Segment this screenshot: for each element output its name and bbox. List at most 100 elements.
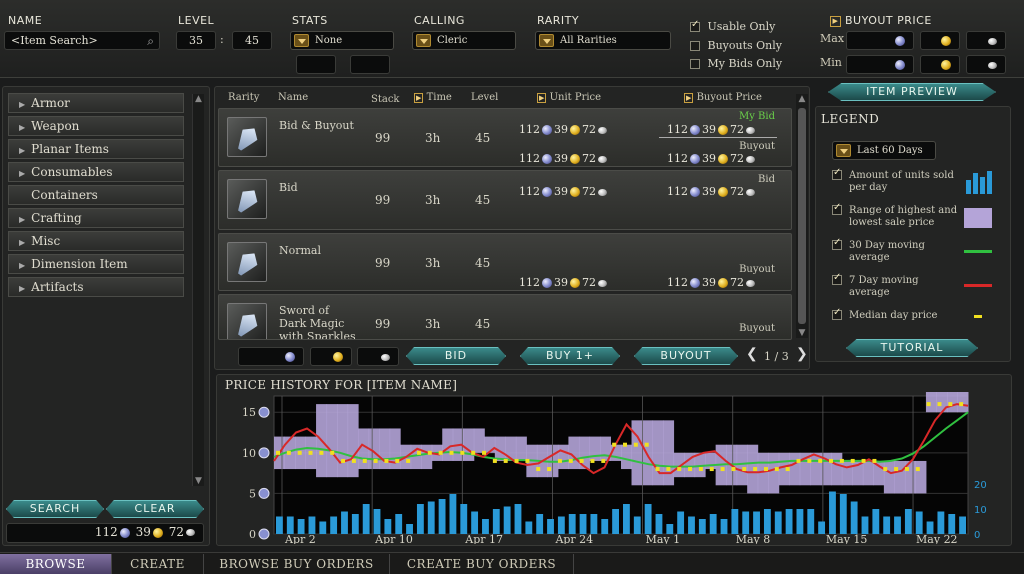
search-button[interactable]: SEARCH (6, 500, 104, 518)
volume-bar (688, 516, 695, 534)
category-scrollbar[interactable]: ▲ ▼ (192, 94, 204, 486)
buyout-unit-price: 112 39 72 (519, 276, 609, 289)
gold-coin-icon (718, 125, 728, 135)
checkbox-icon[interactable] (832, 307, 842, 320)
expand-icon[interactable]: ▶ (19, 284, 25, 293)
expand-icon[interactable]: ▶ (19, 261, 25, 270)
category-item[interactable]: ▶ Misc (8, 231, 184, 251)
col-unit-price[interactable]: ▶ Unit Price (537, 92, 601, 103)
buy-button[interactable]: BUY 1+ (520, 347, 620, 365)
listing-row[interactable]: Bid 99 3h 45 112 39 72 Bid 112 39 72 (218, 170, 792, 230)
max-gold-input[interactable] (920, 31, 960, 50)
buyout-button[interactable]: BUYOUT (634, 347, 738, 365)
silver-coin-icon (598, 279, 607, 287)
category-item[interactable]: ▶ Planar Items (8, 139, 184, 159)
category-item[interactable]: ▶ Artifacts (8, 277, 184, 297)
stat-value-2[interactable] (350, 55, 390, 74)
volume-bar (536, 514, 544, 534)
prev-page-icon[interactable]: ❮ (746, 346, 758, 362)
listing-row[interactable]: Sword of Dark Magic with Sparkles 99 3h … (218, 294, 792, 340)
checkbox-icon[interactable] (690, 41, 700, 51)
bid-gold-input[interactable] (310, 347, 352, 366)
col-buyout-price[interactable]: ▶ Buyout Price (684, 92, 762, 103)
scroll-down-icon[interactable]: ▼ (796, 328, 808, 338)
platinum-coin-icon (542, 125, 552, 135)
volume-bar (742, 511, 750, 534)
checkbox-icon[interactable] (832, 237, 842, 250)
category-label: Planar Items (31, 142, 109, 156)
max-silver-input[interactable] (966, 31, 1006, 50)
scroll-up-icon[interactable]: ▲ (796, 94, 808, 104)
expand-icon[interactable]: ▶ (19, 238, 25, 247)
min-gold-input[interactable] (920, 55, 960, 74)
col-level[interactable]: Level (471, 92, 498, 103)
checkbox-icon[interactable] (690, 59, 700, 69)
y-tick-label: 10 (242, 447, 256, 460)
clear-button[interactable]: CLEAR (106, 500, 204, 518)
next-page-icon[interactable]: ❯ (796, 346, 808, 362)
expand-icon[interactable]: ▶ (19, 169, 25, 178)
expand-icon[interactable]: ▶ (19, 215, 25, 224)
usable-only-toggle[interactable]: Usable Only (690, 19, 775, 33)
level-max-input[interactable]: 45 (232, 31, 272, 50)
listing-row[interactable]: Bid & Buyout 99 3h 45 112 39 72 112 39 72 My… (218, 108, 792, 167)
stat-value-1[interactable] (296, 55, 336, 74)
buyouts-only-toggle[interactable]: Buyouts Only (690, 39, 782, 52)
median-marker (655, 467, 660, 472)
expand-icon[interactable]: ▶ (19, 100, 25, 109)
tab-create-buy-orders[interactable]: CREATE BUY ORDERS (390, 554, 574, 574)
buyout-unit-price: 112 39 72 (519, 152, 609, 165)
tab-create[interactable]: CREATE (112, 554, 204, 574)
tutorial-button[interactable]: TUTORIAL (846, 339, 978, 357)
checkbox-icon[interactable] (832, 202, 842, 215)
item-name: Bid & Buyout (279, 119, 354, 132)
col-rarity[interactable]: Rarity (228, 92, 259, 103)
median-marker (872, 458, 877, 463)
min-plat-input[interactable] (846, 55, 914, 74)
stats-label: STATS (292, 14, 328, 27)
item-preview-button[interactable]: ITEM PREVIEW (828, 83, 996, 101)
max-plat-input[interactable] (846, 31, 914, 50)
category-item[interactable]: ▶ Consumables (8, 162, 184, 182)
listing-row[interactable]: Normal 99 3h 45 112 39 72 Buyout 112 39 72 (218, 233, 792, 291)
search-icon[interactable]: ⌕ (147, 33, 154, 50)
bid-button[interactable]: BID (406, 347, 506, 365)
checkbox-icon[interactable] (690, 19, 700, 32)
min-silver-input[interactable] (966, 55, 1006, 74)
expand-icon[interactable]: ▶ (19, 146, 25, 155)
wallet-gold: 39 (135, 525, 151, 539)
rarity-dropdown[interactable]: All Rarities (535, 31, 671, 50)
median-marker (807, 458, 812, 463)
scroll-up-icon[interactable]: ▲ (193, 94, 204, 104)
calling-dropdown[interactable]: Cleric (412, 31, 516, 50)
stats-dropdown[interactable]: None (290, 31, 394, 50)
scroll-down-icon[interactable]: ▼ (193, 476, 204, 486)
listing-scrollbar[interactable]: ▲ ▼ (796, 94, 808, 338)
checkbox-icon[interactable] (832, 272, 842, 285)
buyout-tag: Buyout (739, 323, 775, 334)
checkbox-icon[interactable] (832, 167, 842, 180)
my-bids-only-toggle[interactable]: My Bids Only (690, 57, 782, 70)
scroll-thumb[interactable] (798, 108, 806, 324)
sort-icon[interactable]: ▶ (830, 15, 841, 27)
tab-browse-buy-orders[interactable]: BROWSE BUY ORDERS (204, 554, 390, 574)
silver-coin-icon (746, 279, 755, 287)
median-marker (763, 467, 768, 472)
category-item[interactable]: ▶Containers (8, 185, 184, 205)
bid-silver-input[interactable] (357, 347, 399, 366)
bid-plat-input[interactable] (238, 347, 304, 366)
expand-icon[interactable]: ▶ (19, 123, 25, 132)
category-item[interactable]: ▶ Dimension Item (8, 254, 184, 274)
name-label: NAME (8, 14, 43, 27)
category-item[interactable]: ▶ Crafting (8, 208, 184, 228)
category-item[interactable]: ▶ Weapon (8, 116, 184, 136)
item-search-input[interactable]: <Item Search> ⌕ (4, 31, 160, 50)
col-time[interactable]: ▶ Time (414, 92, 452, 103)
col-stack[interactable]: Stack (371, 94, 400, 105)
level-min-input[interactable]: 35 (176, 31, 216, 50)
category-item[interactable]: ▶ Armor (8, 93, 184, 113)
col-name[interactable]: Name (278, 92, 308, 103)
volume-bar (568, 514, 576, 534)
range-dropdown[interactable]: Last 60 Days (832, 141, 936, 160)
tab-browse[interactable]: BROWSE (0, 554, 112, 574)
